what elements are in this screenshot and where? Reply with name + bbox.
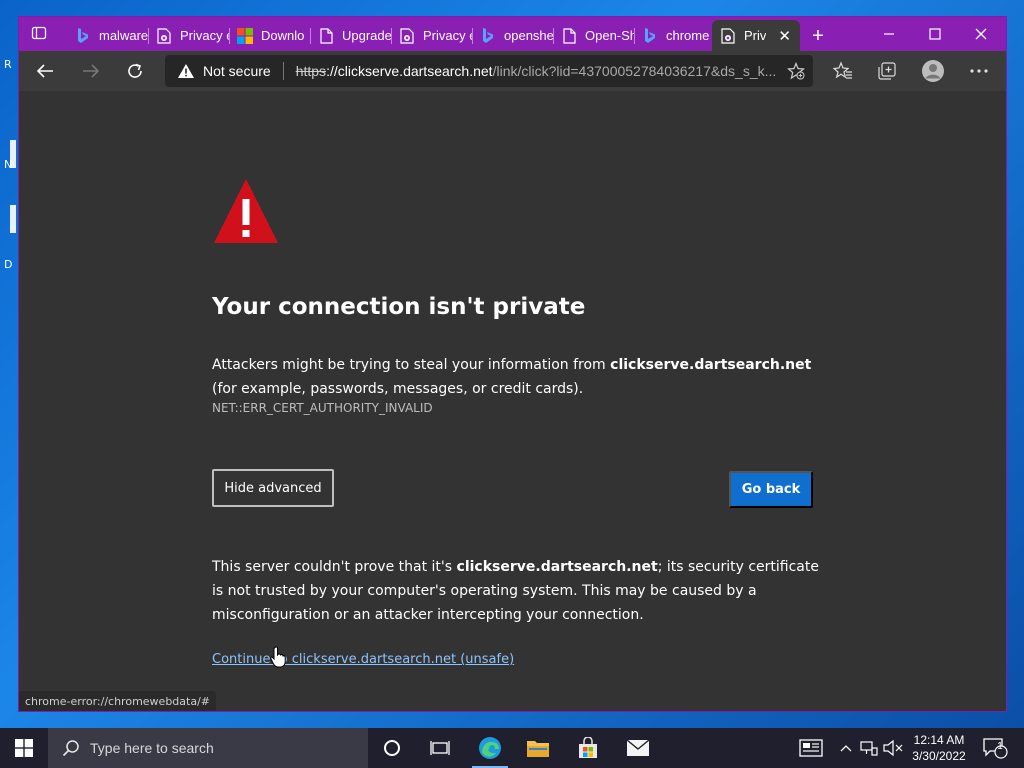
tab-label: Downlo (261, 28, 305, 43)
error-page-icon (156, 27, 172, 44)
intro-text-end: (for example, passwords, messages, or cr… (212, 381, 584, 397)
browser-tab[interactable]: Open-Sh (553, 20, 634, 51)
address-divider (282, 62, 284, 80)
forward-arrow-icon[interactable] (75, 56, 107, 86)
browser-window: malware Privacy e Downlo Upgrade Privacy e op… (18, 16, 1007, 712)
clock-date: 3/30/2022 (912, 749, 966, 763)
intro-text-start: Attackers might be trying to steal your … (212, 357, 611, 373)
warning-icon (212, 177, 280, 250)
tab-label: Privacy e (180, 28, 229, 43)
error-page: Your connection isn't private Attackers … (19, 91, 1006, 711)
refresh-icon[interactable] (119, 56, 151, 86)
chevron-up-icon[interactable] (838, 728, 854, 768)
not-secure-label: Not secure (203, 63, 271, 79)
detail-host: clickserve.dartsearch.net (456, 559, 658, 575)
browser-tab[interactable]: malware (67, 20, 148, 51)
search-placeholder: Type here to search (90, 740, 214, 756)
browser-tab[interactable]: openshe (472, 20, 553, 51)
browser-tab[interactable]: Privacy e (391, 20, 472, 51)
tab-label: malware (99, 28, 148, 43)
browser-tab[interactable]: Downlo (229, 20, 310, 51)
close-tab-icon[interactable]: ✕ (778, 27, 791, 45)
back-arrow-icon[interactable] (29, 56, 61, 86)
windows-logo-icon (15, 739, 33, 757)
continue-unsafe-link[interactable]: Continue to clickserve.dartsearch.net (u… (212, 652, 514, 667)
notification-count: 1 (997, 741, 1003, 752)
clock-time: 12:14 AM (913, 733, 965, 747)
maximize-icon[interactable] (912, 17, 958, 51)
browser-tab[interactable]: Upgrade (310, 20, 391, 51)
volume-muted-icon[interactable] (882, 728, 904, 768)
more-menu-icon[interactable] (969, 61, 989, 81)
status-bar: chrome-error://chromewebdata/# (19, 691, 216, 711)
error-page-icon (720, 27, 736, 44)
collections-icon[interactable] (877, 61, 897, 81)
url-host: ://clickserve.dartsearch.net (326, 63, 493, 79)
tab-label: openshe (504, 28, 553, 43)
browser-tab[interactable]: Privacy e (148, 20, 229, 51)
page-icon (561, 27, 577, 44)
store-icon[interactable] (564, 728, 612, 768)
taskbar: Type here to search 12:14 AM 3/30/2022 1 (0, 728, 1024, 768)
profile-avatar-icon[interactable] (921, 59, 945, 83)
browser-tab[interactable]: chrome (634, 20, 712, 51)
security-indicator[interactable]: Not secure (177, 63, 271, 79)
desktop-icon[interactable] (10, 205, 16, 233)
page-title: Your connection isn't private (212, 294, 586, 320)
desktop-icon-label: D (4, 258, 13, 271)
tab-label: Priv (744, 28, 767, 43)
warning-triangle-icon (178, 64, 194, 78)
taskbar-search-box[interactable]: Type here to search (48, 728, 368, 768)
add-favorite-icon[interactable] (787, 61, 805, 80)
new-tab-button[interactable]: + (805, 23, 831, 49)
file-explorer-icon[interactable] (514, 728, 562, 768)
cortana-icon[interactable] (368, 728, 416, 768)
hide-advanced-button[interactable]: Hide advanced (212, 469, 334, 507)
go-back-button[interactable]: Go back (729, 471, 813, 508)
tab-label: Upgrade (342, 28, 391, 43)
task-view-icon[interactable] (416, 728, 464, 768)
start-button[interactable] (0, 728, 48, 768)
mail-icon[interactable] (614, 728, 662, 768)
tab-label: Privacy e (423, 28, 472, 43)
favorites-icon[interactable] (833, 61, 853, 81)
minimize-icon[interactable] (866, 17, 912, 51)
search-icon (62, 740, 79, 757)
tab-strip: malware Privacy e Downlo Upgrade Privacy e op… (19, 17, 1006, 51)
close-window-icon[interactable] (958, 17, 1004, 51)
url-scheme: https (295, 63, 327, 79)
bing-icon (75, 27, 91, 44)
edge-browser-icon[interactable] (466, 728, 514, 768)
url-path: /link/click?lid=43700052784036217&ds_s_k… (492, 63, 777, 79)
system-clock[interactable]: 12:14 AM 3/30/2022 (906, 732, 972, 764)
desktop-icon-label: N (4, 158, 13, 171)
browser-tab[interactable]: Priv ✕ (712, 20, 800, 51)
bing-icon (642, 27, 658, 44)
hand-cursor-icon (270, 646, 286, 673)
intro-host: clickserve.dartsearch.net (610, 357, 812, 373)
tab-actions-icon[interactable] (31, 25, 49, 43)
desktop-icon-label: R (4, 58, 12, 71)
tab-label: chrome (666, 28, 710, 43)
notification-center-icon[interactable]: 1 (980, 728, 1010, 768)
error-page-icon (399, 27, 415, 44)
detail-text-start: This server couldn't prove that it's (212, 559, 457, 575)
intro-text: Attackers might be trying to steal your … (212, 353, 822, 401)
error-code: NET::ERR_CERT_AUTHORITY_INVALID (212, 401, 433, 415)
tab-label: Open-Sh (585, 28, 634, 43)
news-widget-icon[interactable] (796, 728, 826, 768)
page-icon (318, 27, 334, 44)
detail-text: This server couldn't prove that it's cli… (212, 555, 822, 627)
browser-toolbar: Not secure https ://clickserve.dartsearc… (19, 51, 1006, 91)
address-bar[interactable]: Not secure https ://clickserve.dartsearc… (165, 55, 813, 87)
microsoft-icon (237, 27, 253, 44)
network-icon[interactable] (860, 728, 878, 768)
bing-icon (480, 27, 496, 44)
